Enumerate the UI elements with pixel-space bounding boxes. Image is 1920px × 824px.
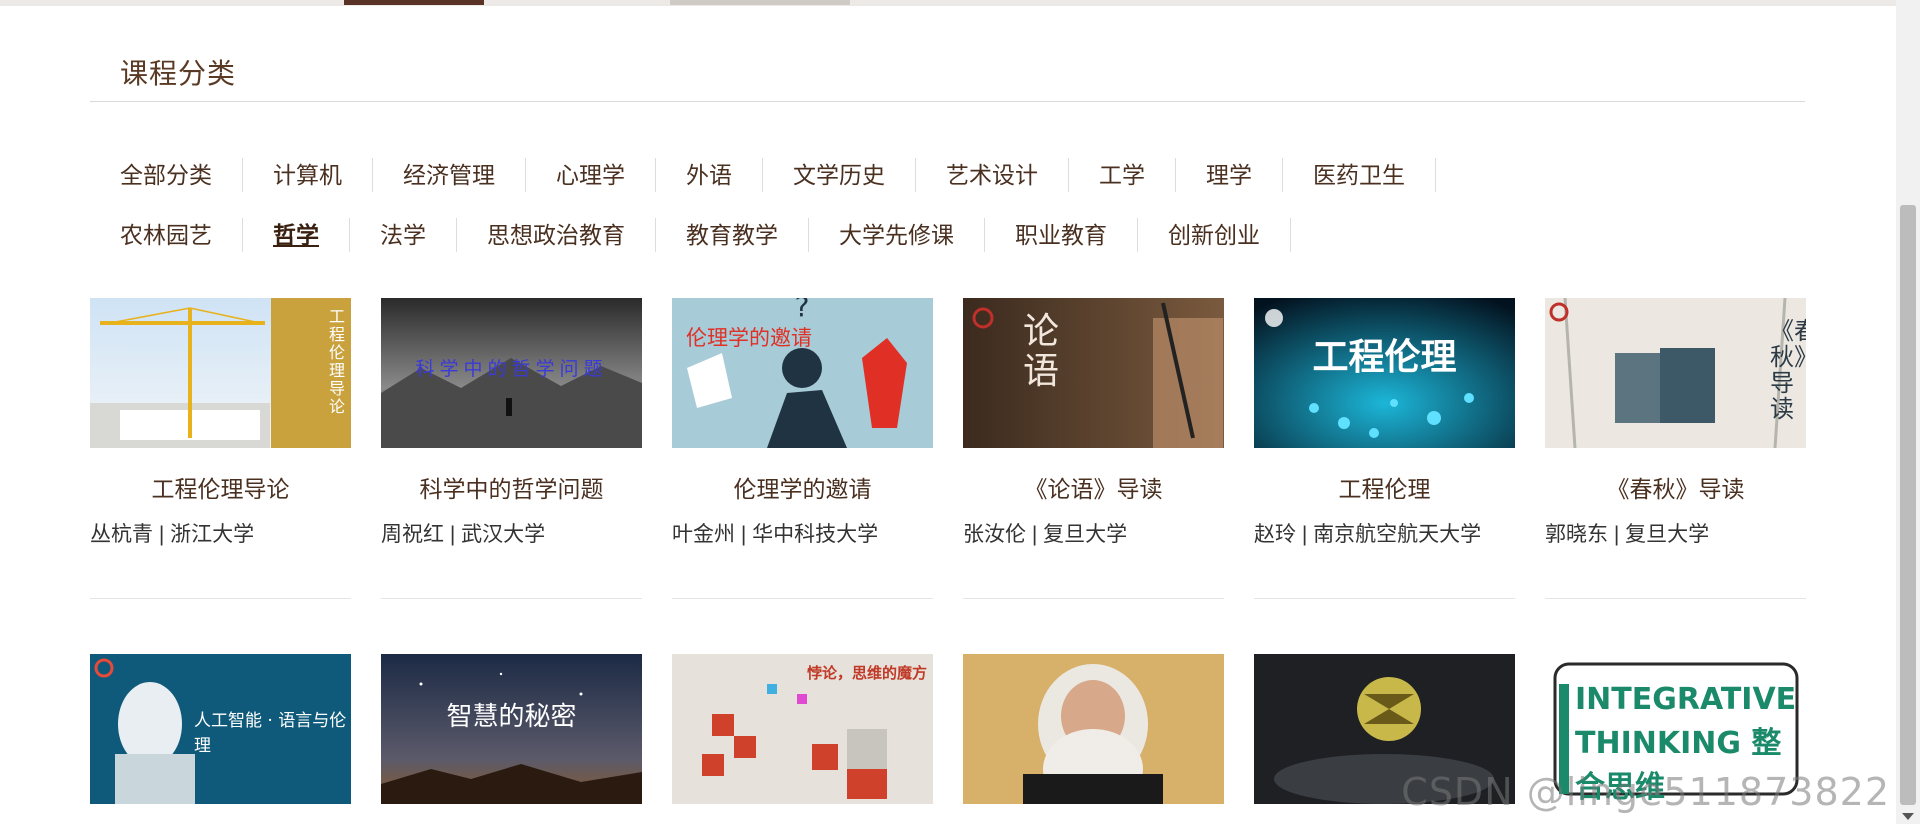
cover-title-text: 科学中的哲学问题 xyxy=(415,358,608,380)
top-banner-edge xyxy=(0,0,1896,6)
category-art-design[interactable]: 艺术设计 xyxy=(916,158,1069,192)
category-computer[interactable]: 计算机 xyxy=(243,158,373,192)
course-name[interactable]: 《论语》导读 xyxy=(963,470,1224,504)
course-cover[interactable]: ? 伦理学的邀请 xyxy=(672,298,933,448)
course-card[interactable]: 人工智能 · 语言与伦理 xyxy=(90,654,351,804)
category-vocational[interactable]: 职业教育 xyxy=(985,218,1138,252)
category-law[interactable]: 法学 xyxy=(350,218,457,252)
card-divider xyxy=(963,598,1224,599)
cover-title-text: 工程伦理 xyxy=(1312,337,1457,378)
category-innovation[interactable]: 创新创业 xyxy=(1138,218,1291,252)
course-teacher-school: 叶金州 | 华中科技大学 xyxy=(672,523,879,546)
category-all[interactable]: 全部分类 xyxy=(90,158,243,192)
course-card[interactable]: 《春秋》导读 《春秋》导读 郭晓东 | 复旦大学 xyxy=(1545,298,1806,599)
scroll-down-arrow-icon[interactable] xyxy=(1902,813,1914,820)
banner-image-fragment-2 xyxy=(670,0,850,5)
scrollbar-thumb[interactable] xyxy=(1900,205,1916,805)
title-divider xyxy=(90,101,1805,102)
card-divider xyxy=(381,598,642,599)
course-cover[interactable]: 工程伦理导论 xyxy=(90,298,351,448)
cover-title-text: 《春秋》导读 xyxy=(1770,317,1806,423)
course-card[interactable]: 论语 《论语》导读 张汝伦 | 复旦大学 xyxy=(963,298,1224,599)
cover-title-text: 人工智能 · 语言与伦理 xyxy=(194,711,347,756)
category-agriculture[interactable]: 农林园艺 xyxy=(90,218,243,252)
course-cover[interactable]: 论语 xyxy=(963,298,1224,448)
course-teacher-school: 丛杭青 | 浙江大学 xyxy=(90,523,255,546)
course-cover[interactable]: 《春秋》导读 xyxy=(1545,298,1806,448)
course-name[interactable]: 工程伦理导论 xyxy=(90,470,351,504)
course-cover[interactable] xyxy=(963,654,1224,804)
category-literature-history[interactable]: 文学历史 xyxy=(763,158,916,192)
course-card[interactable]: 工程伦理导论 工程伦理导论 丛杭青 | 浙江大学 xyxy=(90,298,351,599)
banner-image-fragment xyxy=(344,0,484,5)
course-name[interactable]: 伦理学的邀请 xyxy=(672,470,933,504)
course-teacher-school: 周祝红 | 武汉大学 xyxy=(381,523,546,546)
course-card[interactable] xyxy=(963,654,1224,804)
category-engineering[interactable]: 工学 xyxy=(1069,158,1176,192)
course-teacher-school: 张汝伦 | 复旦大学 xyxy=(963,523,1128,546)
course-cover[interactable]: 悖论，思维的魔方 xyxy=(672,654,933,804)
section-title: 课程分类 xyxy=(120,58,237,89)
course-cover[interactable]: 人工智能 · 语言与伦理 xyxy=(90,654,351,804)
course-name[interactable]: 科学中的哲学问题 xyxy=(381,470,642,504)
cover-title-text: 论语 xyxy=(1023,311,1060,392)
category-filter: 全部分类 计算机 经济管理 心理学 外语 文学历史 艺术设计 工学 理学 医药卫… xyxy=(90,158,1830,278)
category-philosophy[interactable]: 哲学 xyxy=(243,218,350,252)
category-medicine[interactable]: 医药卫生 xyxy=(1283,158,1436,192)
watermark-text: CSDN @linge511873822 xyxy=(1401,770,1890,814)
category-row-2: 农林园艺 哲学 法学 思想政治教育 教育教学 大学先修课 职业教育 创新创业 xyxy=(90,218,1830,278)
course-card[interactable]: 工程伦理 工程伦理 赵玲 | 南京航空航天大学 xyxy=(1254,298,1515,599)
course-card[interactable]: 悖论，思维的魔方 xyxy=(672,654,933,804)
category-education[interactable]: 教育教学 xyxy=(656,218,809,252)
category-science[interactable]: 理学 xyxy=(1176,158,1283,192)
course-teacher-school: 郭晓东 | 复旦大学 xyxy=(1545,523,1710,546)
course-card[interactable]: 智慧的秘密 xyxy=(381,654,642,804)
category-advanced-placement[interactable]: 大学先修课 xyxy=(809,218,985,252)
course-cover[interactable]: 工程伦理 xyxy=(1254,298,1515,448)
course-name[interactable]: 工程伦理 xyxy=(1254,470,1515,504)
cover-title-text: 伦理学的邀请 xyxy=(686,326,812,350)
course-cover[interactable]: 智慧的秘密 xyxy=(381,654,642,804)
category-ideological-education[interactable]: 思想政治教育 xyxy=(457,218,656,252)
category-economics-management[interactable]: 经济管理 xyxy=(373,158,526,192)
svg-text:?: ? xyxy=(795,298,810,323)
cover-title-text: 悖论，思维的魔方 xyxy=(806,664,927,682)
course-name[interactable]: 《春秋》导读 xyxy=(1545,470,1806,504)
course-card[interactable]: 科学中的哲学问题 科学中的哲学问题 周祝红 | 武汉大学 xyxy=(381,298,642,599)
card-divider xyxy=(1545,598,1806,599)
course-card[interactable]: ? 伦理学的邀请 伦理学的邀请 叶金州 | 华中科技大学 xyxy=(672,298,933,599)
card-divider xyxy=(1254,598,1515,599)
card-divider xyxy=(90,598,351,599)
category-foreign-language[interactable]: 外语 xyxy=(656,158,763,192)
page-scrollbar[interactable] xyxy=(1896,0,1920,824)
category-psychology[interactable]: 心理学 xyxy=(526,158,656,192)
card-divider xyxy=(672,598,933,599)
category-row-1: 全部分类 计算机 经济管理 心理学 外语 文学历史 艺术设计 工学 理学 医药卫… xyxy=(90,158,1830,218)
cover-title-text: 智慧的秘密 xyxy=(446,702,577,732)
course-cover[interactable]: 科学中的哲学问题 xyxy=(381,298,642,448)
course-teacher-school: 赵玲 | 南京航空航天大学 xyxy=(1254,523,1482,546)
cover-title-text: 工程伦理导论 xyxy=(329,307,346,416)
